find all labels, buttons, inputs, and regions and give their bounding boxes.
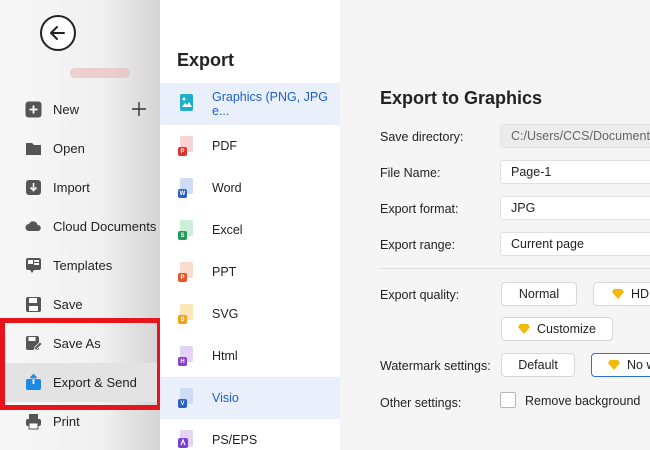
settings-title: Export to Graphics <box>380 88 543 108</box>
export-quality-label: Export quality: <box>380 288 460 302</box>
export-settings-panel: Export to Graphics Save directory: C:/Us… <box>340 0 650 450</box>
quality-hd-button[interactable]: HD <box>593 282 650 306</box>
ppt-file-icon: P <box>178 262 194 282</box>
pdf-file-icon: P <box>178 136 194 156</box>
format-label: Excel <box>212 223 243 237</box>
watermark-default-label: Default <box>518 358 558 372</box>
format-label: SVG <box>212 307 239 321</box>
menu-item-label: Import <box>53 180 90 195</box>
templates-icon <box>25 257 42 274</box>
format-item-pdf[interactable]: P PDF <box>160 125 340 167</box>
format-label: PS/EPS <box>212 433 258 447</box>
format-label: PDF <box>212 139 237 153</box>
menu-item-print[interactable]: Print <box>0 402 160 441</box>
menu-item-cloud-documents[interactable]: Cloud Documents <box>0 207 160 246</box>
format-item-visio[interactable]: V Visio <box>160 377 340 419</box>
format-item-excel[interactable]: S Excel <box>160 209 340 251</box>
ps-eps-file-icon <box>178 430 194 450</box>
format-label: Word <box>212 181 242 195</box>
html-file-icon: H <box>178 346 194 366</box>
visio-file-icon: V <box>178 388 194 408</box>
print-icon <box>25 413 42 430</box>
menu-item-label: Export & Send <box>53 375 137 390</box>
new-plus-icon[interactable] <box>130 100 148 118</box>
back-button[interactable] <box>40 15 76 51</box>
export-icon <box>25 374 42 391</box>
save-directory-field[interactable]: C:/Users/CCS/Documents <box>500 124 650 148</box>
premium-diamond-icon <box>608 360 620 370</box>
export-range-select[interactable]: Current page <box>500 232 650 256</box>
arrow-left-icon <box>50 26 65 40</box>
background-ghost-bar <box>70 68 130 78</box>
menu-item-label: Templates <box>53 258 113 273</box>
remove-background-label: Remove background <box>525 394 641 408</box>
format-item-html[interactable]: H Html <box>160 335 340 377</box>
menu-item-label: Save As <box>53 336 101 351</box>
other-settings-label: Other settings: <box>380 396 462 410</box>
format-item-svg[interactable]: S SVG <box>160 293 340 335</box>
quality-customize-label: Customize <box>536 322 597 336</box>
export-range-label: Export range: <box>380 238 456 252</box>
save-icon <box>25 296 42 313</box>
excel-file-icon: S <box>178 220 194 240</box>
quality-normal-label: Normal <box>518 287 560 301</box>
premium-diamond-icon <box>612 289 624 299</box>
folder-icon <box>25 140 42 157</box>
export-format-list: Export Graphics (PNG, JPG e... P PDF W W… <box>160 0 340 450</box>
backstage-menu: New Open Import Cloud Documents Template… <box>0 0 160 450</box>
format-item-ppt[interactable]: P PPT <box>160 251 340 293</box>
menu-item-label: Save <box>53 297 83 312</box>
format-item-ps-eps[interactable]: PS/EPS <box>160 419 340 450</box>
menu-item-templates[interactable]: Templates <box>0 246 160 285</box>
menu-item-save-as[interactable]: Save As <box>0 324 160 363</box>
file-name-field[interactable]: Page-1 <box>500 160 650 184</box>
svg-file-icon: S <box>178 304 194 324</box>
plus-square-icon <box>25 101 42 118</box>
file-name-label: File Name: <box>380 166 441 180</box>
watermark-default-button[interactable]: Default <box>501 353 575 377</box>
save-directory-label: Save directory: <box>380 130 464 144</box>
quality-normal-button[interactable]: Normal <box>501 282 577 306</box>
watermark-none-button[interactable]: No w <box>591 353 650 377</box>
format-item-graphics[interactable]: Graphics (PNG, JPG e... <box>160 83 340 125</box>
menu-item-label: New <box>53 102 80 117</box>
export-format-select[interactable]: JPG <box>500 196 650 220</box>
settings-divider <box>380 268 650 269</box>
image-file-icon <box>178 94 194 114</box>
cloud-icon <box>25 218 42 235</box>
menu-item-label: Cloud Documents <box>53 219 157 234</box>
menu-item-import[interactable]: Import <box>0 168 160 207</box>
format-label: Visio <box>212 391 239 405</box>
menu-item-open[interactable]: Open <box>0 129 160 168</box>
quality-customize-button[interactable]: Customize <box>501 317 613 341</box>
format-item-word[interactable]: W Word <box>160 167 340 209</box>
import-icon <box>25 179 42 196</box>
remove-background-checkbox[interactable] <box>500 392 516 408</box>
menu-item-label: Open <box>53 141 85 156</box>
watermark-settings-label: Watermark settings: <box>380 359 491 373</box>
premium-diamond-icon <box>517 324 530 334</box>
format-label: Graphics (PNG, JPG e... <box>212 90 328 118</box>
save-as-icon <box>25 335 42 352</box>
format-label: Html <box>212 349 238 363</box>
export-format-label: Export format: <box>380 202 459 216</box>
quality-hd-label: HD <box>631 287 650 301</box>
word-file-icon: W <box>178 178 194 198</box>
watermark-none-label: No w <box>627 358 650 372</box>
export-list-title: Export <box>177 50 235 70</box>
menu-item-export-send[interactable]: Export & Send <box>0 363 160 402</box>
menu-item-label: Print <box>53 414 80 429</box>
menu-item-save[interactable]: Save <box>0 285 160 324</box>
format-label: PPT <box>212 265 237 279</box>
